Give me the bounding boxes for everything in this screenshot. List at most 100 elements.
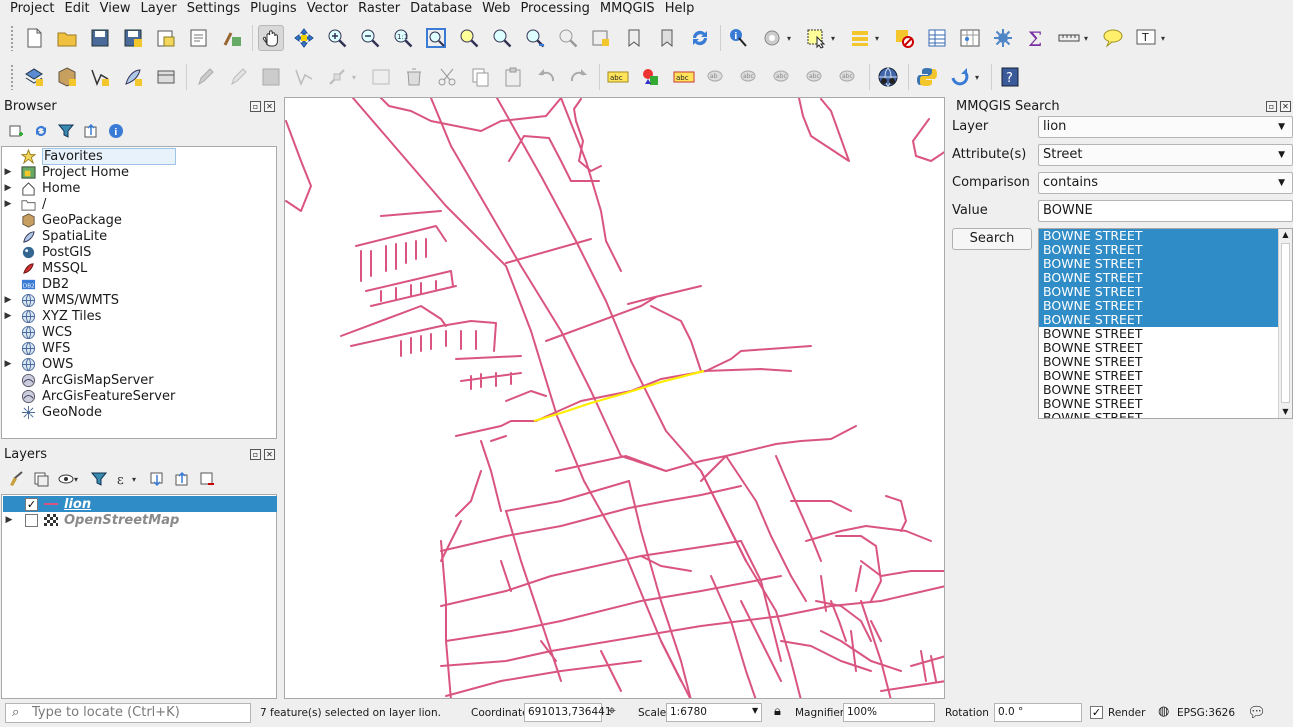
data-source-manager-icon[interactable] [21,64,47,90]
result-item[interactable]: BOWNE STREET [1039,243,1292,257]
zoom-full-icon[interactable] [423,25,449,51]
browser-item[interactable]: ▶ / [2,196,47,212]
scroll-up-icon[interactable]: ▲ [1279,229,1292,241]
lock-scale-icon[interactable]: 🔒︎ [774,704,781,719]
attribute-select[interactable]: Street ▼ [1038,144,1293,166]
close-icon[interactable]: ✕ [1280,101,1291,112]
attribute-table-icon[interactable] [924,25,950,51]
identify-icon[interactable]: i [726,25,752,51]
python-console-icon[interactable] [914,64,940,90]
zoom-last-icon[interactable] [522,25,548,51]
map-canvas[interactable] [284,97,945,699]
expand-arrow-icon[interactable]: ▶ [2,167,14,177]
plugin-reloader-icon[interactable] [947,64,973,90]
browser-item[interactable]: ▶ Project Home [2,164,129,180]
collapse-all-icon[interactable] [174,471,190,487]
menu-help[interactable]: Help [660,0,700,18]
rotation-field[interactable]: 0.0 ° [994,703,1082,722]
browser-item[interactable]: ArcGisMapServer [2,372,154,388]
chevron-down-icon[interactable]: ▾ [787,34,797,43]
menu-project[interactable]: Project [0,0,59,18]
crs-label[interactable]: EPSG:3626 [1177,707,1235,719]
toolbar-grip[interactable] [10,64,15,90]
browser-item[interactable]: ▶ OWS [2,356,74,372]
result-item[interactable]: BOWNE STREET [1039,411,1292,419]
layer-item[interactable]: ✓ lion [3,496,277,512]
scale-field[interactable]: 1:6780 [666,703,762,722]
comparison-select[interactable]: contains ▼ [1038,172,1293,194]
layer-item[interactable]: ▶ OpenStreetMap [3,512,277,528]
result-item[interactable]: BOWNE STREET [1039,341,1292,355]
chevron-down-icon[interactable]: ▾ [132,475,142,484]
menu-view[interactable]: View [95,0,136,18]
layer-visibility-checkbox[interactable]: ✓ [25,497,38,511]
browser-item[interactable]: MSSQL [2,260,87,276]
collapse-all-icon[interactable] [83,123,99,139]
zoom-native-icon[interactable]: 1:1 [390,25,416,51]
zoom-to-selection-icon[interactable] [456,25,482,51]
menu-web[interactable]: Web [477,0,515,18]
extents-toggle-icon[interactable]: ⌖ [608,703,616,719]
zoom-out-icon[interactable] [357,25,383,51]
result-item[interactable]: BOWNE STREET [1039,397,1292,411]
float-icon[interactable]: ▫ [1266,101,1277,112]
menu-vector[interactable]: Vector [302,0,353,18]
browser-item[interactable]: DB2 DB2 [2,276,69,292]
crs-globe-icon[interactable]: ◍ [1158,704,1169,719]
highlight-pinned-labels-icon[interactable]: abc [671,64,697,90]
result-item[interactable]: BOWNE STREET [1039,383,1292,397]
result-item[interactable]: BOWNE STREET [1039,257,1292,271]
new-map-view-icon[interactable] [588,25,614,51]
result-item[interactable]: BOWNE STREET [1039,355,1292,369]
label-toolbar-icon[interactable]: abc [605,64,631,90]
messages-icon[interactable]: 💬︎ [1247,703,1266,721]
result-item[interactable]: BOWNE STREET [1039,271,1292,285]
chevron-down-icon[interactable]: ▾ [1084,34,1094,43]
field-calculator-icon[interactable] [957,25,983,51]
search-results-list[interactable]: BOWNE STREET BOWNE STREET BOWNE STREET BOWN… [1038,228,1293,419]
style-layer-icon[interactable] [8,471,24,487]
result-item[interactable]: BOWNE STREET [1039,313,1292,327]
expand-arrow-icon[interactable]: ▶ [2,199,14,209]
expand-arrow-icon[interactable]: ▶ [2,183,14,193]
expand-arrow-icon[interactable]: ▶ [2,311,14,321]
layer-select[interactable]: lion ▼ [1038,116,1293,138]
menu-edit[interactable]: Edit [59,0,94,18]
result-item[interactable]: BOWNE STREET [1039,285,1292,299]
magnifier-field[interactable]: 100% [843,703,935,722]
show-bookmarks-icon[interactable] [654,25,680,51]
style-manager-icon[interactable] [219,25,245,51]
layout-manager-icon[interactable] [186,25,212,51]
processing-toolbox-icon[interactable] [990,25,1016,51]
print-layout-icon[interactable] [153,25,179,51]
locator-input[interactable]: ⌕ Type to locate (Ctrl+K) [5,703,251,723]
open-project-icon[interactable] [54,25,80,51]
filter-legend-icon[interactable] [91,471,107,487]
menu-database[interactable]: Database [405,0,477,18]
map-tips-icon[interactable] [1100,25,1126,51]
chevron-down-icon[interactable]: ▾ [975,73,985,82]
info-icon[interactable]: i [108,123,124,139]
diagram-options-icon[interactable] [638,64,664,90]
save-project-icon[interactable] [87,25,113,51]
coordinate-field[interactable]: 691013,736441 [524,703,612,722]
float-icon[interactable]: ▫ [250,101,261,112]
new-geopackage-layer-icon[interactable] [54,64,80,90]
zoom-in-icon[interactable] [324,25,350,51]
menu-settings[interactable]: Settings [182,0,245,18]
browser-item[interactable]: GeoPackage [2,212,122,228]
new-project-icon[interactable] [21,25,47,51]
chevron-down-icon[interactable]: ▾ [831,34,841,43]
deselect-all-icon[interactable] [891,25,917,51]
chevron-down-icon[interactable]: ▾ [74,475,84,484]
expand-arrow-icon[interactable]: ▶ [3,515,15,525]
pan-to-selection-icon[interactable] [291,25,317,51]
close-icon[interactable]: ✕ [264,101,275,112]
toolbar-grip[interactable] [10,25,15,51]
menu-plugins[interactable]: Plugins [245,0,302,18]
statistics-sigma-icon[interactable]: Σ [1023,25,1049,51]
measure-ruler-icon[interactable] [1056,25,1082,51]
refresh-icon[interactable] [687,25,713,51]
filter-expression-icon[interactable]: ε [116,471,132,487]
run-action-icon[interactable] [759,25,785,51]
